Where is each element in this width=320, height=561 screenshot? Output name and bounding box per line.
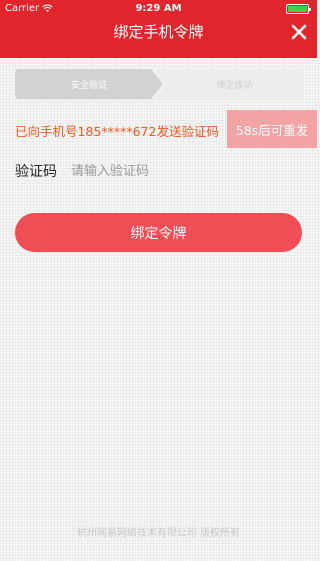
code-label: 验证码	[15, 164, 57, 180]
status-time: 9:29 AM	[135, 3, 182, 14]
step-label: 安全验证	[70, 80, 107, 91]
step-bind-success: 绑定成功	[155, 69, 302, 99]
status-bar: Carrier 9:29 AM	[0, 0, 317, 18]
battery-icon	[286, 4, 311, 14]
resend-button[interactable]: 58s后可重发	[227, 110, 317, 148]
step-security-verify: 安全验证	[15, 69, 163, 99]
step-indicator: 安全验证 绑定成功	[15, 69, 302, 99]
page-title: 绑定手机令牌	[113, 23, 204, 41]
verification-code-field: 验证码	[15, 156, 302, 186]
header: Carrier 9:29 AM 绑定手机令牌	[0, 0, 317, 58]
step-label: 绑定成功	[216, 80, 253, 91]
code-input[interactable]	[71, 163, 302, 179]
sms-sent-notice: 已向手机号185*****672发送验证码	[15, 124, 219, 139]
copyright-footer: 杭州网易网络技术有限公司 版权所有	[76, 528, 241, 539]
close-icon	[291, 24, 307, 40]
close-button[interactable]	[289, 22, 309, 42]
bind-token-button[interactable]: 绑定令牌	[15, 213, 302, 252]
